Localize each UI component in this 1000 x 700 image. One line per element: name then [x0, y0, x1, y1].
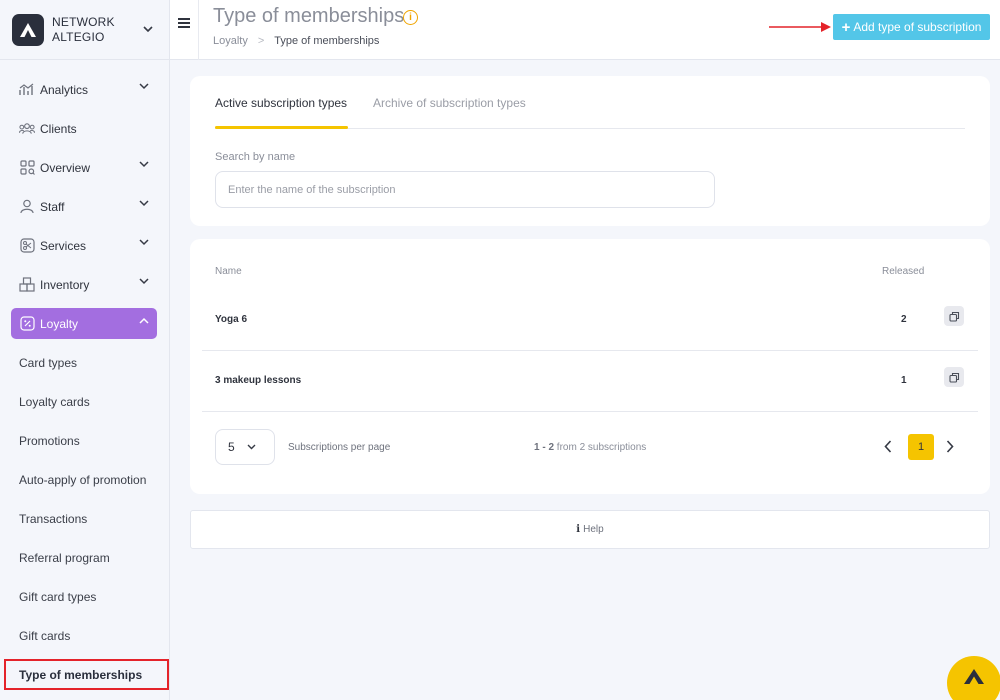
help-label: Help	[583, 524, 604, 535]
sidebar-item-label: Staff	[40, 199, 65, 214]
staff-icon	[19, 199, 35, 215]
add-subscription-type-button[interactable]: + Add type of subscription	[833, 14, 990, 40]
active-tab-indicator	[215, 126, 348, 129]
services-icon	[19, 238, 35, 254]
red-arrow-annotation	[769, 22, 831, 32]
sidebar-item-label: Overview	[40, 160, 91, 175]
chevron-down-icon	[247, 444, 256, 450]
chat-support-button[interactable]	[947, 656, 1000, 700]
sidebar-subitem-gift-card-types[interactable]: Gift card types	[11, 581, 157, 612]
info-icon: i	[576, 524, 581, 535]
per-page-label: Subscriptions per page	[288, 442, 391, 453]
sidebar-subitem-promotions[interactable]: Promotions	[11, 425, 157, 456]
page-title: Type of memberships	[213, 5, 405, 27]
chevron-down-icon	[139, 278, 149, 285]
pagination-range-text: from 2 subscriptions	[554, 442, 647, 453]
breadcrumb-current: Type of memberships	[274, 35, 380, 47]
brand-name: NETWORK ALTEGIO	[52, 14, 115, 44]
sidebar-item-label: Clients	[40, 121, 77, 136]
tab-archive-subscription-types[interactable]: Archive of subscription types	[373, 96, 526, 110]
table-row[interactable]: 3 makeup lessons 1	[202, 351, 978, 412]
sidebar-subitem-auto-apply[interactable]: Auto-apply of promotion	[11, 464, 157, 495]
row-released: 2	[901, 314, 907, 325]
hamburger-menu-icon[interactable]	[178, 18, 190, 30]
info-icon[interactable]: i	[403, 10, 418, 25]
breadcrumb-link-loyalty[interactable]: Loyalty	[213, 35, 248, 47]
sidebar-nav: Analytics Clients Overview Staff Service…	[0, 60, 169, 690]
altegio-logo-icon	[12, 13, 44, 46]
chevron-down-icon	[139, 200, 149, 207]
column-header-name[interactable]: Name	[215, 266, 242, 277]
breadcrumb-separator: >	[257, 35, 265, 47]
sidebar-subitem-card-types[interactable]: Card types	[11, 347, 157, 378]
per-page-select[interactable]: 5	[215, 429, 275, 465]
chevron-down-icon	[139, 83, 149, 90]
sidebar-item-label: Analytics	[40, 82, 89, 97]
chevron-left-icon[interactable]	[884, 440, 892, 453]
brand-switcher[interactable]: NETWORK ALTEGIO	[0, 0, 169, 60]
overview-icon	[19, 160, 35, 176]
help-link[interactable]: i Help	[190, 510, 990, 549]
row-name[interactable]: 3 makeup lessons	[215, 375, 301, 386]
sidebar-subitem-loyalty-cards[interactable]: Loyalty cards	[11, 386, 157, 417]
pagination-page-current[interactable]: 1	[908, 434, 934, 460]
sidebar-subitem-transactions[interactable]: Transactions	[11, 503, 157, 534]
table-row[interactable]: Yoga 6 2	[202, 290, 978, 351]
sidebar: NETWORK ALTEGIO Analytics Clients Overvi…	[0, 0, 170, 700]
sidebar-item-services[interactable]: Services	[11, 230, 157, 261]
breadcrumb: Loyalty > Type of memberships	[213, 35, 379, 47]
sidebar-item-staff[interactable]: Staff	[11, 191, 157, 222]
tab-active-subscription-types[interactable]: Active subscription types	[215, 96, 347, 110]
sidebar-item-label: Services	[40, 238, 87, 253]
search-input[interactable]	[215, 171, 715, 208]
chevron-down-icon[interactable]	[143, 26, 153, 33]
analytics-icon	[19, 82, 35, 98]
copy-icon[interactable]	[944, 367, 964, 387]
per-page-value: 5	[228, 440, 235, 454]
header-divider	[198, 0, 199, 60]
chevron-down-icon	[139, 161, 149, 168]
sidebar-item-overview[interactable]: Overview	[11, 152, 157, 183]
sidebar-subitem-type-of-memberships[interactable]: Type of memberships	[4, 659, 169, 690]
inventory-icon	[19, 277, 35, 293]
top-header: Type of memberships i Loyalty > Type of …	[170, 0, 1000, 60]
row-name[interactable]: Yoga 6	[215, 314, 247, 325]
chevron-down-icon	[139, 239, 149, 246]
search-label: Search by name	[215, 151, 296, 163]
loyalty-icon	[19, 316, 35, 332]
pagination-range-bold: 1 - 2	[534, 442, 555, 453]
sidebar-item-label: Loyalty	[40, 316, 79, 331]
pagination-range: 1 - 2 from 2 subscriptions	[534, 442, 646, 453]
plus-icon: +	[841, 18, 851, 36]
add-button-label: Add type of subscription	[853, 20, 982, 34]
column-header-released[interactable]: Released	[882, 266, 924, 277]
copy-icon[interactable]	[944, 306, 964, 326]
sidebar-subitem-referral-program[interactable]: Referral program	[11, 542, 157, 573]
sidebar-subitem-gift-cards[interactable]: Gift cards	[11, 620, 157, 651]
altegio-logo-icon	[964, 668, 984, 684]
sidebar-item-inventory[interactable]: Inventory	[11, 269, 157, 300]
chevron-right-icon[interactable]	[946, 440, 954, 453]
sidebar-item-analytics[interactable]: Analytics	[11, 74, 157, 105]
chevron-up-icon	[139, 317, 149, 324]
row-released: 1	[901, 375, 907, 386]
subscriptions-table-card: Name Released Yoga 6 2 3 makeup lessons …	[190, 239, 990, 494]
sidebar-item-loyalty[interactable]: Loyalty	[11, 308, 157, 339]
clients-icon	[19, 121, 35, 137]
sidebar-item-label: Inventory	[40, 277, 90, 292]
sidebar-item-clients[interactable]: Clients	[11, 113, 157, 144]
filter-card: Active subscription types Archive of sub…	[190, 76, 990, 226]
